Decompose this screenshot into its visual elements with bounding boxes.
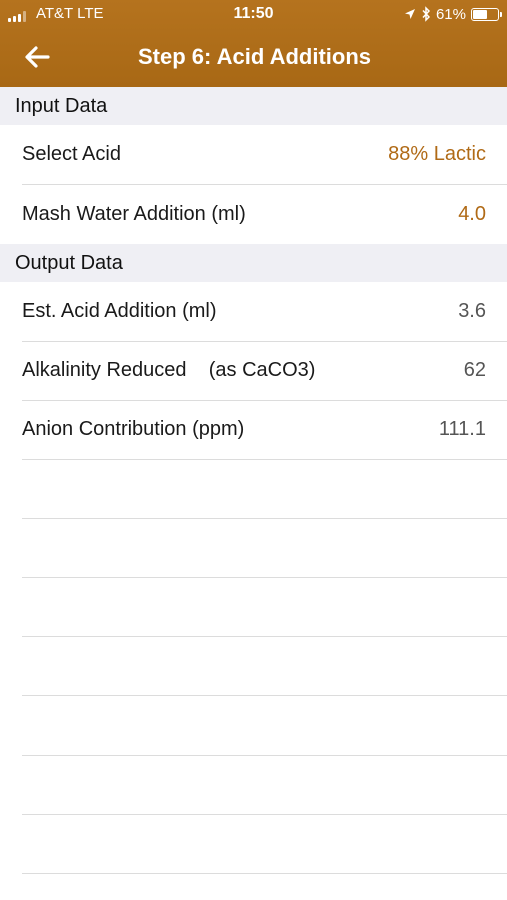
empty-row: [22, 518, 507, 578]
acid-addition-row: Est. Acid Addition (ml) 3.6: [22, 282, 507, 342]
anion-value: 111.1: [438, 418, 486, 440]
select-acid-row[interactable]: Select Acid 88% Lactic: [22, 125, 507, 185]
empty-row: [22, 696, 507, 756]
section-header-input: Input Data: [0, 87, 507, 125]
row-label: Select Acid: [22, 143, 121, 165]
acid-addition-value: 3.6: [458, 300, 486, 322]
section-title-input: Input Data: [15, 95, 108, 117]
empty-row: [22, 814, 507, 874]
navigation-bar: AT&T LTE 11:50 61% Step 6: Acid Addition…: [0, 0, 507, 87]
status-bar: AT&T LTE 11:50 61%: [0, 0, 507, 30]
page-title: Step 6: Acid Additions: [137, 44, 372, 69]
battery-percent: 61%: [435, 5, 466, 23]
mash-water-row[interactable]: Mash Water Addition (ml) 4.0: [22, 185, 507, 245]
location-arrow-icon: [404, 9, 415, 19]
battery-icon: [471, 7, 502, 21]
row-label: Alkalinity Reduced (as CaCO3): [22, 359, 316, 381]
mash-water-value[interactable]: 4.0: [458, 203, 486, 226]
select-acid-value[interactable]: 88% Lactic: [388, 143, 486, 166]
status-right-group: 61%: [404, 4, 502, 24]
row-label: Anion Contribution (ppm): [22, 418, 245, 440]
empty-row: [22, 755, 507, 815]
empty-row: [22, 636, 507, 696]
alkalinity-value: 62: [463, 359, 486, 381]
alkalinity-row: Alkalinity Reduced (as CaCO3) 62: [22, 341, 507, 401]
empty-row: [22, 577, 507, 637]
bluetooth-icon: [422, 6, 431, 22]
section-header-output: Output Data: [0, 244, 507, 282]
row-label: Est. Acid Addition (ml): [22, 300, 217, 322]
anion-row: Anion Contribution (ppm) 111.1: [22, 400, 507, 460]
row-label: Mash Water Addition (ml): [22, 203, 246, 225]
section-title-output: Output Data: [15, 252, 123, 274]
empty-row: [22, 459, 507, 519]
